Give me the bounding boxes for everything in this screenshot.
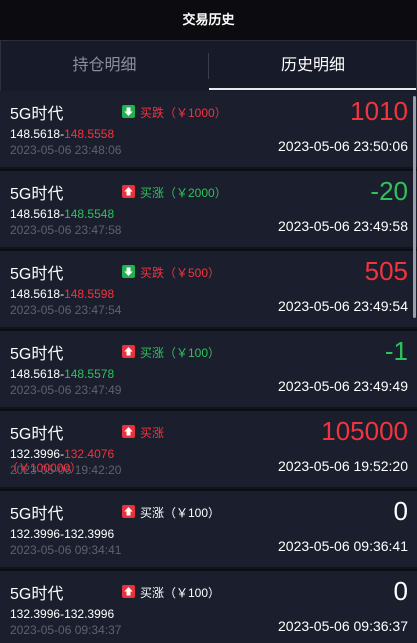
open-time: 2023-05-06 23:47:54 [10, 303, 122, 317]
close-time: 2023-05-06 19:52:20 [278, 458, 408, 474]
history-item[interactable]: 5G时代 买涨（￥100） 132.3996-132.3996 2023-05-… [0, 571, 417, 643]
open-price: 148.5618 [10, 367, 61, 381]
trade-direction: 买跌（￥1000） [140, 106, 227, 120]
close-price: 132.3996 [64, 527, 115, 541]
price-range: 148.5618-148.5548 [10, 207, 114, 221]
open-price: 148.5618 [10, 127, 61, 141]
tab-history[interactable]: 历史明细 [209, 41, 417, 91]
product-name: 5G时代 [10, 586, 64, 603]
close-time: 2023-05-06 23:50:06 [278, 138, 408, 154]
open-price: 148.5618 [10, 287, 61, 301]
product-name: 5G时代 [10, 506, 64, 523]
close-time: 2023-05-06 23:49:54 [278, 298, 408, 314]
profit-amount: -1 [384, 336, 408, 366]
scrollbar[interactable] [413, 96, 416, 318]
trade-direction: 买涨 [140, 426, 165, 440]
profit-amount: 105000 [321, 416, 408, 446]
arrow-down-icon [122, 265, 135, 278]
overflow-amount-note: （￥100000） [6, 461, 83, 475]
price-range: 132.3996-132.3996 [10, 527, 114, 541]
price-range: 148.5618-148.5598 [10, 287, 114, 301]
history-item[interactable]: 5G时代 买跌（￥1000） 148.5618-148.5558 2023-05… [0, 91, 417, 169]
trade-direction: 买跌（￥500） [140, 266, 221, 280]
page-title: 交易历史 [0, 0, 417, 40]
history-item[interactable]: 5G时代 买涨 132.3996-132.4076 2023-05-06 19:… [0, 411, 417, 489]
open-price: 132.3996 [10, 527, 61, 541]
close-time: 2023-05-06 09:36:41 [278, 538, 408, 554]
price-range: 132.3996-132.3996 [10, 607, 114, 621]
profit-amount: -20 [370, 176, 408, 206]
close-price: 132.3996 [64, 607, 115, 621]
history-item[interactable]: 5G时代 买跌（￥500） 148.5618-148.5598 2023-05-… [0, 251, 417, 329]
close-price: 148.5578 [64, 367, 115, 381]
open-time: 2023-05-06 23:47:49 [10, 383, 122, 397]
history-item[interactable]: 5G时代 买涨（￥2000） 148.5618-148.5548 2023-05… [0, 171, 417, 249]
close-time: 2023-05-06 23:49:58 [278, 218, 408, 234]
arrow-down-icon [122, 105, 135, 118]
product-name: 5G时代 [10, 346, 64, 363]
close-price: 148.5598 [64, 287, 115, 301]
open-time: 2023-05-06 23:48:06 [10, 143, 122, 157]
history-item[interactable]: 5G时代 买涨（￥100） 148.5618-148.5578 2023-05-… [0, 331, 417, 409]
history-list[interactable]: 5G时代 买跌（￥1000） 148.5618-148.5558 2023-05… [0, 91, 417, 643]
trade-direction: 买涨（￥100） [140, 586, 221, 600]
open-time: 2023-05-06 23:47:58 [10, 223, 122, 237]
arrow-up-icon [122, 425, 135, 438]
open-time: 2023-05-06 09:34:37 [10, 623, 122, 637]
arrow-up-icon [122, 505, 135, 518]
product-name: 5G时代 [10, 266, 64, 283]
product-name: 5G时代 [10, 426, 64, 443]
close-price: 148.5558 [64, 127, 115, 141]
profit-amount: 1010 [350, 96, 408, 126]
price-range: 148.5618-148.5558 [10, 127, 114, 141]
profit-amount: 0 [393, 576, 408, 606]
price-range: 148.5618-148.5578 [10, 367, 114, 381]
profit-amount: 505 [364, 256, 408, 286]
trade-direction: 买涨（￥100） [140, 506, 221, 520]
active-tab-indicator [209, 88, 417, 90]
arrow-up-icon [122, 345, 135, 358]
trade-direction: 买涨（￥100） [140, 346, 221, 360]
history-item[interactable]: 5G时代 买涨（￥100） 132.3996-132.3996 2023-05-… [0, 491, 417, 569]
arrow-up-icon [122, 585, 135, 598]
trade-direction: 买涨（￥2000） [140, 186, 227, 200]
open-price: 148.5618 [10, 207, 61, 221]
product-name: 5G时代 [10, 186, 64, 203]
tab-holdings[interactable]: 持仓明细 [0, 41, 209, 91]
open-price: 132.3996 [10, 607, 61, 621]
profit-amount: 0 [393, 496, 408, 526]
open-time: 2023-05-06 09:34:41 [10, 543, 122, 557]
product-name: 5G时代 [10, 106, 64, 123]
arrow-up-icon [122, 185, 135, 198]
close-time: 2023-05-06 23:49:49 [278, 378, 408, 394]
close-time: 2023-05-06 09:36:37 [278, 618, 408, 634]
close-price: 148.5548 [64, 207, 115, 221]
tab-bar: 持仓明细 历史明细 [0, 41, 417, 91]
